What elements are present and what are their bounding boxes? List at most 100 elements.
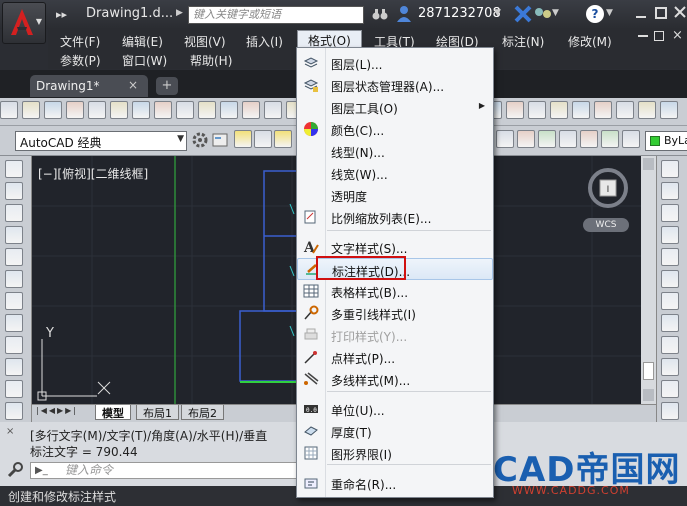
format-menu-item[interactable]: 表格样式(B)... [297,280,493,302]
format-menu-item[interactable]: A 文字样式(S)... [297,236,493,258]
toolbar-tool-icon[interactable] [517,130,535,148]
workspace-settings-icon[interactable] [211,131,229,149]
doc-restore-icon[interactable] [654,31,664,41]
close-icon[interactable] [673,5,687,19]
format-menu-item[interactable]: 图层工具(O) ▶ [297,96,493,118]
format-menu-item[interactable]: 比例缩放列表(E)... [297,206,493,228]
scroll-up-icon[interactable] [643,158,654,170]
toolbar-tool-icon[interactable] [5,248,23,266]
toolbar-tool-icon[interactable] [274,130,292,148]
toolbar-tool-icon[interactable] [616,101,634,119]
new-tab-button[interactable]: + [156,77,178,95]
toolbar-tool-icon[interactable] [5,380,23,398]
scroll-thumb[interactable] [643,362,654,380]
toolbar-tool-icon[interactable] [594,101,612,119]
format-menu-item[interactable]: 图形界限(I) [297,442,493,464]
toolbar-tool-icon[interactable] [234,130,252,148]
menu-dimension[interactable]: 标注(N) [502,33,544,50]
toolbar-tool-icon[interactable] [661,182,679,200]
toolbar-tool-icon[interactable] [5,204,23,222]
toolbar-tool-icon[interactable] [661,292,679,310]
layout-nav-arrows[interactable]: |◀◀▶▶| [36,406,78,415]
toolbar-tool-icon[interactable] [5,226,23,244]
menu-help[interactable]: 帮助(H) [190,52,232,69]
tab-layout1[interactable]: 布局1 [136,405,179,420]
format-menu-item[interactable]: 点样式(P)... [297,346,493,368]
wrench-icon[interactable] [6,461,24,479]
viewport-controls-label[interactable]: [−][俯视][二维线框] [38,165,148,182]
toolbar-tool-icon[interactable] [638,101,656,119]
tab-layout2[interactable]: 布局2 [181,405,224,420]
format-menu-item[interactable]: 打印样式(Y)... [297,324,493,346]
toolbar-tool-icon[interactable] [550,101,568,119]
command-window-close-icon[interactable]: × [6,426,14,437]
toolbar-tool-icon[interactable] [88,101,106,119]
menu-modify[interactable]: 修改(M) [568,33,612,50]
toolbar-tool-icon[interactable] [176,101,194,119]
help-chevron-icon[interactable]: ▼ [606,8,613,18]
toolbar-tool-icon[interactable] [661,358,679,376]
toolbar-tool-icon[interactable] [198,101,216,119]
toolbar-tool-icon[interactable] [601,130,619,148]
toolbar-tool-icon[interactable] [5,182,23,200]
menu-insert[interactable]: 插入(I) [246,33,283,50]
toolbar-tool-icon[interactable] [66,101,84,119]
chevron-down-icon[interactable]: ▼ [552,8,559,18]
viewcube-icon[interactable]: I [585,166,631,212]
toolbar-tool-icon[interactable] [572,101,590,119]
search-arrow-icon[interactable]: ▶ [176,8,183,18]
tab-close-icon[interactable]: × [128,78,138,92]
toolbar-tool-icon[interactable] [661,248,679,266]
toolbar-tool-icon[interactable] [660,101,678,119]
toolbar-tool-icon[interactable] [661,314,679,332]
application-menu-button[interactable]: ▼ [2,2,46,44]
toolbar-tool-icon[interactable] [5,402,23,420]
toolbar-tool-icon[interactable] [580,130,598,148]
toolbar-tool-icon[interactable] [242,101,260,119]
minimize-icon[interactable] [634,6,648,20]
tab-drawing1[interactable]: Drawing1* × [30,75,148,97]
wcs-menu-button[interactable]: WCS [583,218,629,232]
toolbar-tool-icon[interactable] [0,101,18,119]
maximize-icon[interactable] [654,6,668,20]
user-icon[interactable] [396,5,412,23]
toolbar-tool-icon[interactable] [661,270,679,288]
toolbar-tool-icon[interactable] [661,226,679,244]
menu-view[interactable]: 视图(V) [184,33,226,50]
format-menu-item[interactable]: 图层(L)... [297,52,493,74]
toolbar-tool-icon[interactable] [661,160,679,178]
format-menu-item[interactable]: 颜色(C)... [297,118,493,140]
tab-model[interactable]: 模型 [95,405,131,420]
workspace-select[interactable]: AutoCAD 经典 ▼ [15,131,187,151]
community-icon[interactable] [534,6,552,22]
toolbar-tool-icon[interactable] [110,101,128,119]
format-menu-item[interactable]: 透明度 [297,184,493,206]
toolbar-tool-icon[interactable] [5,336,23,354]
toolbar-tool-icon[interactable] [5,270,23,288]
binoculars-icon[interactable] [372,6,388,22]
toolbar-tool-icon[interactable] [622,130,640,148]
doc-minimize-icon[interactable] [638,35,648,37]
toolbar-tool-icon[interactable] [559,130,577,148]
menu-file[interactable]: 文件(F) [60,33,100,50]
toolbar-tool-icon[interactable] [44,101,62,119]
toolbar-tool-icon[interactable] [661,402,679,420]
color-control[interactable]: ByLa [645,131,687,151]
format-menu-item[interactable]: 多重引线样式(I) [297,302,493,324]
toolbar-tool-icon[interactable] [22,101,40,119]
doc-close-icon[interactable]: × [672,28,683,43]
format-menu-item[interactable]: 0.0 单位(U)... [297,398,493,420]
exchange-icon[interactable] [514,5,532,23]
toolbar-tool-icon[interactable] [661,380,679,398]
format-menu-item[interactable]: 线型(N)... [297,140,493,162]
toolbar-tool-icon[interactable] [538,130,556,148]
toolbar-tool-icon[interactable] [5,160,23,178]
vertical-scrollbar[interactable] [641,156,656,405]
search-input[interactable]: 键入关键字或短语 [188,6,364,24]
menu-parametric[interactable]: 参数(P) [60,52,101,69]
format-menu-item[interactable]: 多线样式(M)... [297,368,493,390]
toolbar-tool-icon[interactable] [528,101,546,119]
quick-access-arrows[interactable]: ▸▸ [56,8,67,21]
toolbar-tool-icon[interactable] [154,101,172,119]
toolbar-tool-icon[interactable] [5,358,23,376]
